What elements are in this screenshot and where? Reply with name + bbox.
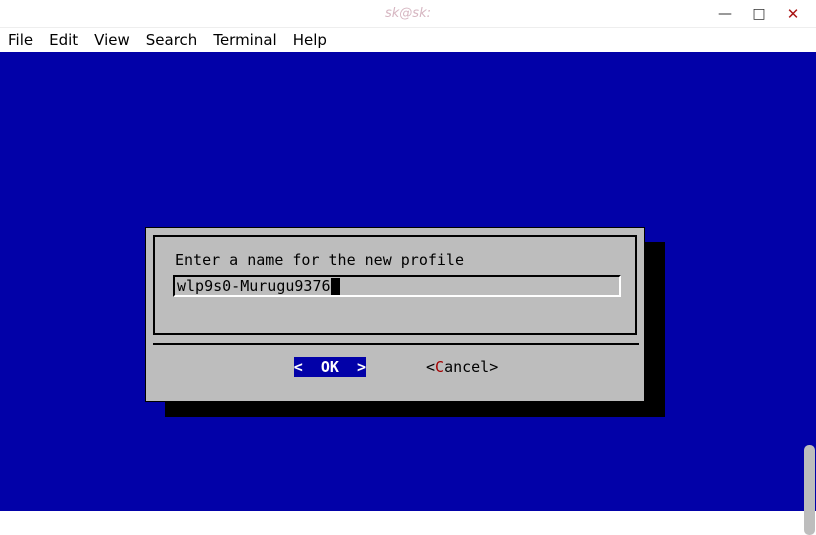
menu-help[interactable]: Help [293,31,327,49]
text-cursor [331,278,340,295]
menu-terminal[interactable]: Terminal [213,31,276,49]
menu-file[interactable]: File [8,31,33,49]
minimize-button[interactable]: — [708,3,742,25]
menu-view[interactable]: View [94,31,130,49]
window-controls: — □ ✕ [708,0,810,28]
profile-name-value: wlp9s0-Murugu9376 [177,277,340,295]
cancel-button[interactable]: <Cancel> [426,358,498,376]
dialog-button-row: < OK > <Cancel> [146,353,646,381]
maximize-button[interactable]: □ [742,3,776,25]
ok-button[interactable]: < OK > [294,357,366,377]
dialog-frame: Enter a name for the new profile wlp9s0-… [153,235,637,335]
dialog-prompt: Enter a name for the new profile [175,251,464,269]
vertical-scrollbar[interactable] [804,445,815,535]
window-title: sk@sk: [385,6,431,21]
profile-name-input[interactable]: wlp9s0-Murugu9376 [173,275,621,297]
profile-name-dialog: Enter a name for the new profile wlp9s0-… [145,227,645,402]
menu-edit[interactable]: Edit [49,31,78,49]
menu-search[interactable]: Search [146,31,198,49]
close-button[interactable]: ✕ [776,3,810,25]
terminal-content: Enter a name for the new profile wlp9s0-… [0,52,816,511]
menu-bar: File Edit View Search Terminal Help [0,28,816,52]
dialog-separator [153,343,639,345]
window-titlebar: sk@sk: — □ ✕ [0,0,816,28]
